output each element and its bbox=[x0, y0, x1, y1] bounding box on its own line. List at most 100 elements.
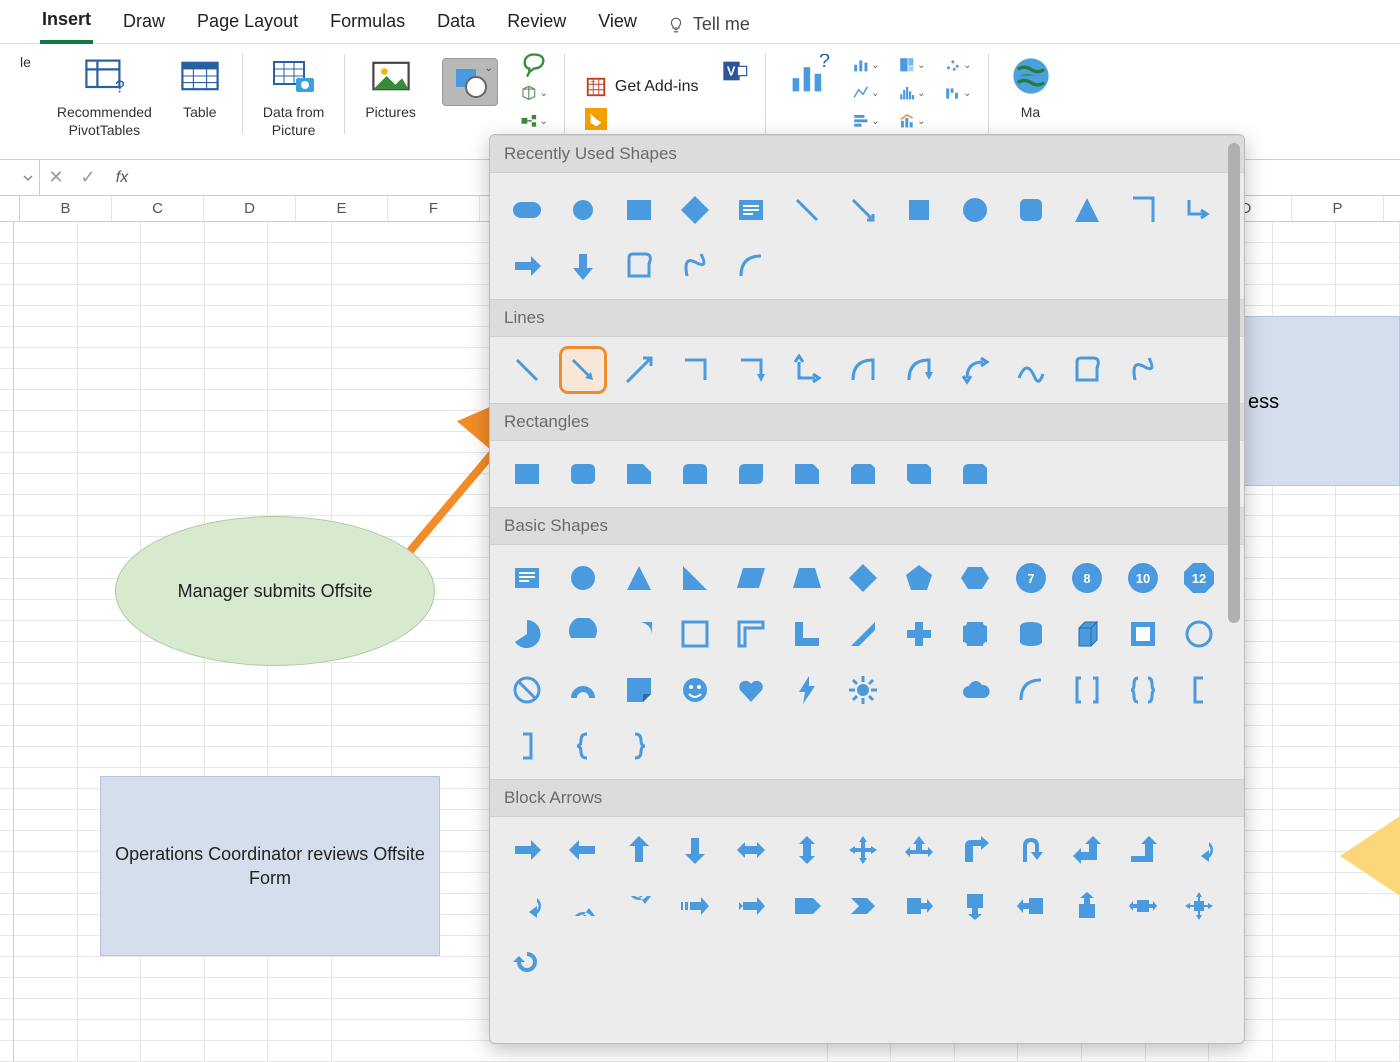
shape-block-arc[interactable] bbox=[564, 671, 602, 709]
rect-shape-operations-coordinator[interactable]: Operations Coordinator reviews Offsite F… bbox=[100, 776, 440, 956]
histogram-chart-button[interactable]: ⌄ bbox=[898, 82, 926, 104]
shape-diamond[interactable] bbox=[676, 191, 714, 229]
pivottable-button-partial[interactable]: le bbox=[20, 54, 41, 155]
shape-trapezoid[interactable] bbox=[788, 559, 826, 597]
shape-elbow-arrow[interactable] bbox=[1180, 191, 1218, 229]
scrollbar-thumb[interactable] bbox=[1228, 143, 1240, 623]
shape-arrow-leftrightup[interactable] bbox=[900, 831, 938, 869]
tell-me[interactable]: Tell me bbox=[667, 14, 750, 35]
shape-arrow-bent[interactable] bbox=[956, 831, 994, 869]
shape-arrow-left-callout[interactable] bbox=[1012, 887, 1050, 925]
smartart-button[interactable]: ⌄ bbox=[520, 110, 548, 132]
tab-view[interactable]: View bbox=[596, 7, 639, 42]
shape-arrow-down-callout[interactable] bbox=[956, 887, 994, 925]
shape-arrow-pentagon[interactable] bbox=[788, 887, 826, 925]
shape-plus[interactable] bbox=[900, 615, 938, 653]
shape-arrow-up-callout[interactable] bbox=[1068, 887, 1106, 925]
shape-arrow-right-callout[interactable] bbox=[900, 887, 938, 925]
shape-cube[interactable] bbox=[1068, 615, 1106, 653]
shape-arrow-leftright[interactable] bbox=[732, 831, 770, 869]
shape-arrow-curved-right[interactable] bbox=[1180, 831, 1218, 869]
shape-moon[interactable] bbox=[900, 671, 938, 709]
cancel-formula-button[interactable]: ✕ bbox=[40, 167, 72, 188]
treemap-chart-button[interactable]: ⌄ bbox=[898, 54, 926, 76]
tab-insert[interactable]: Insert bbox=[40, 5, 93, 44]
shape-pentagon[interactable] bbox=[900, 559, 938, 597]
shape-square-small[interactable] bbox=[900, 191, 938, 229]
oval-shape-manager-submits[interactable]: Manager submits Offsite bbox=[115, 516, 435, 666]
shape-elbow-connector[interactable] bbox=[676, 351, 714, 389]
line-chart-button[interactable]: ⌄ bbox=[852, 82, 880, 104]
shape-arrow-curved-down[interactable] bbox=[620, 887, 658, 925]
name-box[interactable] bbox=[0, 160, 40, 196]
3d-models-button[interactable]: ⌄ bbox=[520, 82, 548, 104]
column-header[interactable]: C bbox=[112, 196, 204, 221]
shape-bevel[interactable] bbox=[1124, 615, 1162, 653]
shape-half-frame[interactable] bbox=[732, 615, 770, 653]
shape-line-double-arrow[interactable] bbox=[620, 351, 658, 389]
shape-oval[interactable] bbox=[564, 191, 602, 229]
shape-arrow-notched-right[interactable] bbox=[732, 887, 770, 925]
column-header[interactable]: F bbox=[388, 196, 480, 221]
shape-left-brace[interactable] bbox=[564, 727, 602, 765]
shape-curved-connector[interactable] bbox=[844, 351, 882, 389]
column-header[interactable]: E bbox=[296, 196, 388, 221]
shape-rect-top-rounded[interactable] bbox=[676, 455, 714, 493]
shape-frame[interactable] bbox=[676, 615, 714, 653]
shape-lightning[interactable] bbox=[788, 671, 826, 709]
shape-arrow-quad[interactable] bbox=[844, 831, 882, 869]
shape-double-bracket[interactable] bbox=[1068, 671, 1106, 709]
shape-arrow-bent-up[interactable] bbox=[1124, 831, 1162, 869]
shape-parallelogram[interactable] bbox=[732, 559, 770, 597]
shape-rounded-rectangle[interactable] bbox=[508, 191, 546, 229]
yellow-arrow-shape[interactable] bbox=[1340, 816, 1400, 896]
get-addins-button[interactable]: + Get Add-ins bbox=[585, 76, 699, 98]
shape-right-brace[interactable] bbox=[620, 727, 658, 765]
shape-arrow-down[interactable] bbox=[676, 831, 714, 869]
shape-circle[interactable] bbox=[564, 559, 602, 597]
shape-rect-snip-corner[interactable] bbox=[788, 455, 826, 493]
shape-arrow-leftup[interactable] bbox=[1068, 831, 1106, 869]
shape-chord[interactable] bbox=[564, 615, 602, 653]
shape-curved-double-arrow[interactable] bbox=[956, 351, 994, 389]
bar-chart-button[interactable]: ⌄ bbox=[852, 110, 880, 132]
shape-arrow-left[interactable] bbox=[564, 831, 602, 869]
shape-octagon[interactable]: 8 bbox=[1068, 559, 1106, 597]
shape-curve[interactable] bbox=[1012, 351, 1050, 389]
shape-scribble-line[interactable] bbox=[1124, 351, 1162, 389]
shape-freeform-line[interactable] bbox=[1068, 351, 1106, 389]
shape-left-bracket[interactable] bbox=[1180, 671, 1218, 709]
shape-circle-small[interactable] bbox=[956, 191, 994, 229]
shape-textbox[interactable] bbox=[508, 559, 546, 597]
recommended-pivottables-button[interactable]: ? Recommended PivotTables bbox=[47, 54, 162, 155]
shape-donut[interactable] bbox=[1180, 615, 1218, 653]
shape-dodecagon[interactable]: 12 bbox=[1180, 559, 1218, 597]
shape-elbow-arrow-connector[interactable] bbox=[732, 351, 770, 389]
icons-button[interactable] bbox=[520, 54, 548, 76]
shape-right-arrow[interactable] bbox=[508, 247, 546, 285]
shape-arrow-leftright-callout[interactable] bbox=[1124, 887, 1162, 925]
shape-line-arrow[interactable] bbox=[844, 191, 882, 229]
shape-l-shape[interactable] bbox=[788, 615, 826, 653]
shape-rect-diag-rounded[interactable] bbox=[732, 455, 770, 493]
shape-arrow-curved-left[interactable] bbox=[508, 887, 546, 925]
shape-smiley[interactable] bbox=[676, 671, 714, 709]
shape-text-box[interactable] bbox=[732, 191, 770, 229]
shape-rectangle[interactable] bbox=[620, 191, 658, 229]
shape-decagon[interactable]: 10 bbox=[1124, 559, 1162, 597]
tab-page-layout[interactable]: Page Layout bbox=[195, 7, 300, 42]
fx-label[interactable]: fx bbox=[104, 169, 140, 187]
shape-curved-arrow-connector[interactable] bbox=[900, 351, 938, 389]
shape-rect-single-corner[interactable] bbox=[620, 455, 658, 493]
shape-rect[interactable] bbox=[508, 455, 546, 493]
shape-rect-rounded[interactable] bbox=[564, 455, 602, 493]
scrollbar[interactable] bbox=[1228, 143, 1240, 643]
column-header[interactable]: B bbox=[20, 196, 112, 221]
shape-arrow-right[interactable] bbox=[508, 831, 546, 869]
shape-heptagon[interactable]: 7 bbox=[1012, 559, 1050, 597]
shape-arrow-quad-callout[interactable] bbox=[1180, 887, 1218, 925]
enter-formula-button[interactable]: ✓ bbox=[72, 167, 104, 188]
shape-can[interactable] bbox=[1012, 615, 1050, 653]
shape-pie[interactable] bbox=[508, 615, 546, 653]
waterfall-chart-button[interactable]: ⌄ bbox=[944, 82, 972, 104]
